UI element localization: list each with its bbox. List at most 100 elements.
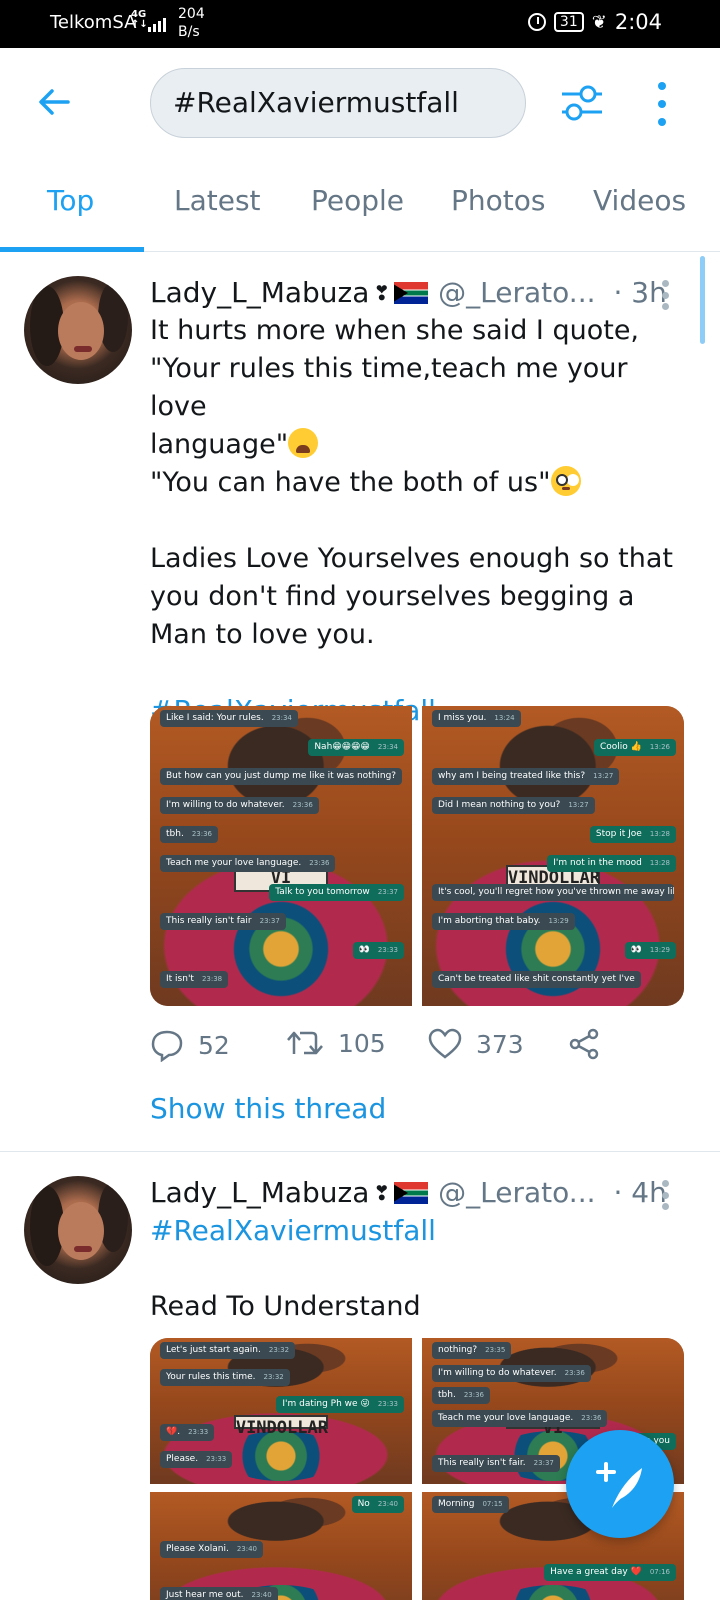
like-count: 373 (476, 1029, 524, 1059)
chat-bubble: I miss you. 13:24 (432, 710, 521, 727)
flushed-face-emoji-icon (550, 466, 581, 496)
chat-bubble: 👀 23:33 (352, 942, 404, 959)
tweet-actions: 52 105 373 (150, 1028, 620, 1068)
carrier-label: TelkomSA (50, 12, 137, 33)
user-handle[interactable]: @_Lerato... (438, 1176, 595, 1209)
chat-bubble: This really isn't fair. 23:37 (432, 1455, 560, 1472)
chat-bubble: I'm willing to do whatever. 23:36 (160, 797, 319, 814)
tab-top[interactable]: Top (47, 184, 94, 217)
tweet-options-icon[interactable] (662, 1180, 670, 1210)
show-thread-link[interactable]: Show this thread (150, 1092, 386, 1125)
chat-bubble: nothing? 23:35 (432, 1342, 512, 1359)
back-arrow-icon[interactable] (36, 84, 72, 120)
chat-bubble: I'm willing to do whatever. 23:36 (432, 1365, 591, 1382)
battery-icon: 31 (553, 12, 584, 32)
tweet-options-icon[interactable] (662, 280, 670, 310)
chat-bubble: Nah😁😁😁😁 23:34 (308, 739, 404, 756)
chat-bubble: Just hear me out. 23:40 (160, 1587, 278, 1600)
status-bar: TelkomSA 4G ↑↓ 204 B/s 31 ❦ 2:04 (0, 0, 720, 48)
chat-bubble: why am I being treated like this? 13:27 (432, 768, 620, 785)
user-handle[interactable]: @_Lerato... (438, 276, 595, 309)
avatar[interactable] (24, 1176, 132, 1284)
chat-bubble: It's cool, you'll regret how you've thro… (432, 884, 674, 901)
search-tabs: Top Latest People Photos Videos (0, 156, 720, 252)
alarm-icon (527, 13, 546, 31)
chat-bubble: Teach me your love language. 23:36 (160, 855, 336, 872)
heart-emoji-icon: ❣ (373, 280, 391, 305)
tweet-header: Lady_L_Mabuza ❣ @_Lerato... · 4h (150, 1176, 667, 1209)
heart-icon (428, 1028, 462, 1059)
retweet-icon (287, 1031, 323, 1055)
media-image-2[interactable]: VINDOLLAR I miss you. 13:24 Coolio 👍 13:26 wh… (422, 706, 684, 1006)
tweet-text: #RealXaviermustfall Read To Understand (150, 1212, 690, 1326)
filter-icon[interactable] (560, 83, 604, 123)
share-icon (569, 1028, 599, 1060)
tweet-time: · 3h (613, 276, 667, 309)
search-header: #RealXaviermustfall (0, 48, 720, 156)
clock: 2:04 (614, 10, 662, 34)
chat-bubble: Can't be treated like shit constantly ye… (432, 971, 641, 988)
reply-icon (151, 1030, 183, 1062)
chat-bubble: Your rules this time. 23:32 (160, 1369, 290, 1386)
chat-bubble: This really isn't fair 23:37 (160, 913, 286, 930)
reply-button[interactable]: 52 (150, 1028, 230, 1062)
tab-latest[interactable]: Latest (174, 184, 261, 217)
tweet-header: Lady_L_Mabuza ❣ @_Lerato... · 3h (150, 276, 667, 309)
chat-bubble: Let's just start again. 23:32 (160, 1342, 296, 1359)
chat-bubble: Morning 07:15 (432, 1496, 509, 1513)
avatar[interactable] (24, 276, 132, 384)
more-options-icon[interactable] (652, 82, 672, 126)
tab-videos[interactable]: Videos (593, 184, 686, 217)
hashtag-link[interactable]: #RealXaviermustfall (150, 1212, 690, 1250)
chat-bubble: Please. 23:33 (160, 1451, 233, 1468)
leaf-icon: ❦ (591, 11, 607, 33)
chat-bubble: Stop it Joe 13:28 (589, 826, 676, 843)
like-button[interactable]: 373 (428, 1028, 524, 1060)
retweet-button[interactable]: 105 (286, 1028, 386, 1058)
reply-count: 52 (198, 1030, 230, 1060)
chat-bubble: tbh. 23:36 (160, 826, 218, 843)
share-button[interactable] (568, 1028, 600, 1060)
chat-bubble: No 23:40 (351, 1496, 404, 1513)
data-speed: 204 B/s (178, 6, 205, 40)
network-type: 4G ↑↓ (131, 9, 148, 30)
media-image-1[interactable]: VINDOLLAR Let's just start again. 23:32 You… (150, 1338, 412, 1484)
chat-bubble: 👀 13:29 (624, 942, 676, 959)
tweet-card[interactable]: Lady_L_Mabuza ❣ @_Lerato... · 3h It hurt… (0, 252, 720, 1152)
compose-tweet-button[interactable] (566, 1430, 674, 1538)
tab-people[interactable]: People (311, 184, 404, 217)
tweet-paragraph: Read To Understand (150, 1291, 421, 1322)
heart-emoji-icon: ❣ (373, 1180, 391, 1205)
chat-bubble: I'm not in the mood 13:28 (547, 855, 676, 872)
tweet-time: · 4h (613, 1176, 667, 1209)
south-africa-flag-icon (394, 281, 429, 304)
chat-bubble: It isn't 23:38 (160, 971, 229, 988)
chat-bubble: Please Xolani. 23:40 (160, 1541, 264, 1558)
chat-bubble: I'm aborting that baby. 13:29 (432, 913, 575, 930)
search-input[interactable]: #RealXaviermustfall (150, 68, 526, 138)
chat-bubble: Coolio 👍 13:26 (593, 739, 676, 756)
tab-photos[interactable]: Photos (451, 184, 545, 217)
chat-bubble: Have a great day ❤️ 07:16 (544, 1564, 676, 1581)
display-name[interactable]: Lady_L_Mabuza (150, 1176, 369, 1209)
chat-bubble: I'm dating Ph we 😜 23:33 (276, 1396, 404, 1413)
weary-face-emoji-icon (288, 428, 319, 458)
media-image-1[interactable]: VI Like I said: Your rules. 23:34 Nah😁😁😁😁 23… (150, 706, 412, 1006)
tweet-media: VI Like I said: Your rules. 23:34 Nah😁😁😁😁 23… (150, 706, 684, 1006)
chat-bubble: Teach me your love language. 23:36 (432, 1410, 608, 1427)
chat-bubble: Talk to you tomorrow 23:37 (269, 884, 404, 901)
compose-feather-icon (596, 1462, 642, 1508)
tweet-paragraph: Ladies Love Yourselves enough so that yo… (150, 543, 673, 650)
retweet-count: 105 (338, 1028, 386, 1058)
signal-icon (148, 16, 166, 32)
chat-bubble: tbh. 23:36 (432, 1387, 490, 1404)
media-image-3[interactable]: No 23:40 Please Xolani. 23:40 Just hear me o… (150, 1492, 412, 1600)
chat-bubble: Did I mean nothing to you? 13:27 (432, 797, 595, 814)
south-africa-flag-icon (394, 1181, 429, 1204)
image-caption: VINDOLLAR (233, 1415, 329, 1438)
chat-bubble: But how can you just dump me like it was… (160, 768, 402, 785)
chat-bubble: 💔. 23:33 (160, 1424, 215, 1441)
chat-bubble: Like I said: Your rules. 23:34 (160, 710, 298, 727)
display-name[interactable]: Lady_L_Mabuza (150, 276, 369, 309)
tweet-text: It hurts more when she said I quote, "Yo… (150, 312, 690, 730)
